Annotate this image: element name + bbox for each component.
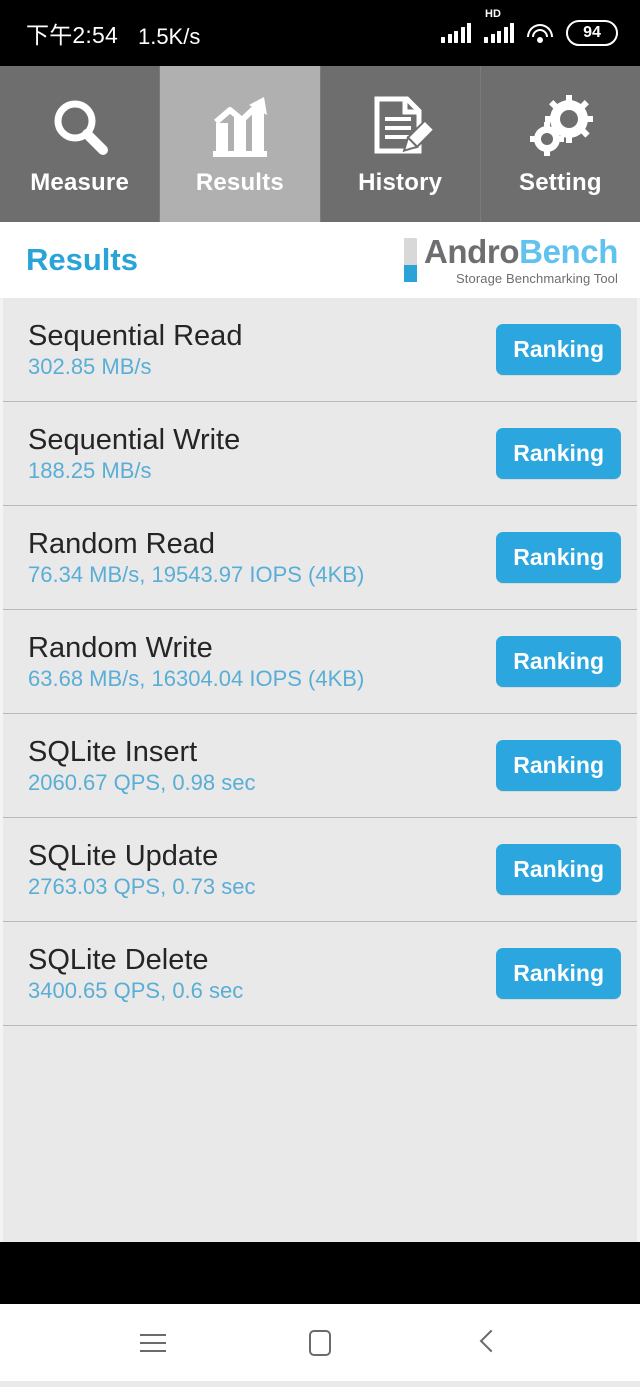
result-value: 302.85 MB/s	[28, 354, 152, 380]
back-icon[interactable]	[461, 1317, 513, 1369]
tab-results[interactable]: Results	[160, 66, 321, 222]
logo-tagline: Storage Benchmarking Tool	[456, 271, 618, 286]
result-value: 188.25 MB/s	[28, 458, 152, 484]
document-pencil-icon	[365, 91, 436, 165]
row-texts: SQLite Insert 2060.67 QPS, 0.98 sec	[28, 735, 256, 796]
tab-setting-label: Setting	[519, 169, 602, 196]
black-spacer-bar	[0, 1242, 640, 1304]
ranking-button[interactable]: Ranking	[496, 948, 621, 999]
tab-measure[interactable]: Measure	[0, 66, 161, 222]
ranking-button[interactable]: Ranking	[496, 324, 621, 375]
recents-menu-icon[interactable]	[127, 1317, 179, 1369]
wifi-icon	[527, 23, 553, 43]
row-texts: Random Read 76.34 MB/s, 19543.97 IOPS (4…	[28, 527, 365, 588]
battery-icon: 94	[566, 20, 618, 46]
row-texts: Random Write 63.68 MB/s, 16304.04 IOPS (…	[28, 631, 365, 692]
tab-results-label: Results	[195, 169, 284, 196]
ranking-button[interactable]: Ranking	[496, 428, 621, 479]
result-title: SQLite Delete	[28, 943, 209, 976]
result-title: Random Write	[28, 631, 213, 664]
tab-setting[interactable]: Setting	[480, 66, 640, 222]
logo-andro: Andro	[423, 233, 520, 270]
tab-measure-label: Measure	[30, 169, 130, 196]
table-row[interactable]: SQLite Update 2763.03 QPS, 0.73 sec Rank…	[3, 818, 637, 922]
ranking-button[interactable]: Ranking	[496, 532, 621, 583]
table-row[interactable]: Sequential Read 302.85 MB/s Ranking	[3, 298, 637, 402]
status-bar-right: HD 94	[441, 9, 618, 46]
status-bar-left: 下午2:54 1.5K/s	[26, 16, 200, 50]
network-speed: 1.5K/s	[137, 24, 201, 49]
results-list: Sequential Read 302.85 MB/s Ranking Sequ…	[0, 298, 640, 1242]
gears-icon	[525, 91, 595, 165]
result-title: SQLite Update	[28, 839, 219, 872]
table-row[interactable]: Sequential Write 188.25 MB/s Ranking	[3, 402, 637, 506]
page-title: Results	[26, 242, 138, 277]
signal-bars-icon	[441, 23, 471, 43]
row-texts: Sequential Read 302.85 MB/s	[28, 319, 243, 380]
tab-history-label: History	[358, 169, 443, 196]
logo-bench: Bench	[519, 233, 618, 270]
app-header: Results AndroBench Storage Benchmarking …	[0, 222, 640, 298]
logo-text: AndroBench Storage Benchmarking Tool	[424, 235, 618, 285]
androbench-logo: AndroBench Storage Benchmarking Tool	[403, 235, 618, 285]
ranking-button[interactable]: Ranking	[496, 844, 621, 895]
system-navigation-bar	[0, 1304, 640, 1381]
main-tab-bar: Measure Results History Setting	[0, 66, 640, 222]
result-title: Random Read	[28, 527, 215, 560]
tab-history[interactable]: History	[320, 66, 481, 222]
hd-label: HD	[485, 8, 501, 20]
clock: 下午2:54	[26, 22, 118, 48]
result-value: 2763.03 QPS, 0.73 sec	[28, 874, 256, 900]
phone-screen: 下午2:54 1.5K/s HD 94 Measure Results Hist…	[0, 0, 640, 1387]
table-row[interactable]: Random Read 76.34 MB/s, 19543.97 IOPS (4…	[3, 506, 637, 610]
bar-chart-trend-icon	[205, 91, 275, 165]
row-texts: Sequential Write 188.25 MB/s	[28, 423, 241, 484]
ranking-button[interactable]: Ranking	[496, 636, 621, 687]
logo-wordmark: AndroBench	[424, 235, 618, 268]
result-value: 63.68 MB/s, 16304.04 IOPS (4KB)	[28, 666, 365, 692]
result-value: 2060.67 QPS, 0.98 sec	[28, 770, 256, 796]
table-row[interactable]: Random Write 63.68 MB/s, 16304.04 IOPS (…	[3, 610, 637, 714]
magnifier-icon	[45, 91, 115, 165]
signal-bars-hd-icon: HD	[484, 9, 514, 43]
table-row[interactable]: SQLite Insert 2060.67 QPS, 0.98 sec Rank…	[3, 714, 637, 818]
row-texts: SQLite Delete 3400.65 QPS, 0.6 sec	[28, 943, 244, 1004]
row-texts: SQLite Update 2763.03 QPS, 0.73 sec	[28, 839, 256, 900]
home-icon[interactable]	[294, 1317, 346, 1369]
result-value: 76.34 MB/s, 19543.97 IOPS (4KB)	[28, 562, 365, 588]
result-title: Sequential Read	[28, 319, 243, 352]
battery-level: 94	[583, 24, 601, 41]
result-value: 3400.65 QPS, 0.6 sec	[28, 978, 244, 1004]
result-title: Sequential Write	[28, 423, 241, 456]
status-bar: 下午2:54 1.5K/s HD 94	[0, 0, 640, 66]
table-row[interactable]: SQLite Delete 3400.65 QPS, 0.6 sec Ranki…	[3, 922, 637, 1026]
ranking-button[interactable]: Ranking	[496, 740, 621, 791]
logo-bar-icon	[403, 238, 417, 282]
result-title: SQLite Insert	[28, 735, 198, 768]
